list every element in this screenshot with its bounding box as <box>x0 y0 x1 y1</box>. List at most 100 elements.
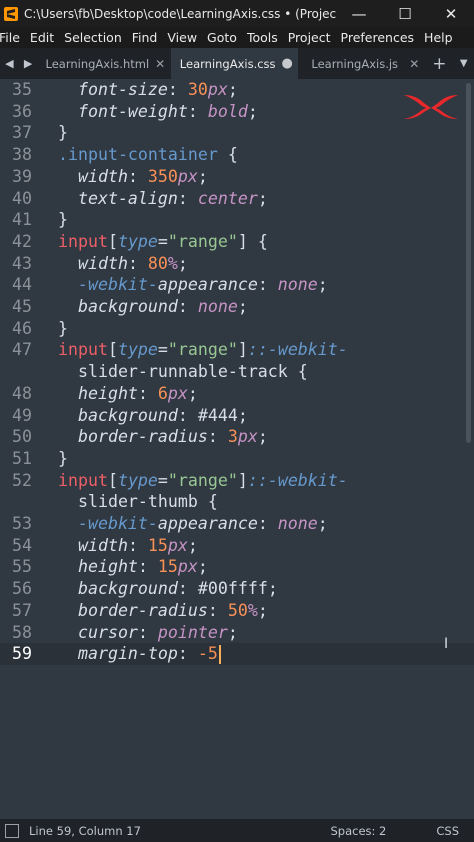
code-token: : <box>207 427 228 447</box>
code-line[interactable]: 57 border-radius: 50%; <box>0 600 474 622</box>
code-text: } <box>58 448 68 470</box>
code-text: height: 6px; <box>58 383 198 405</box>
code-text: } <box>58 209 68 231</box>
code-token: 3 <box>227 427 238 447</box>
code-text: font-size: 30px; <box>58 79 238 101</box>
close-button[interactable]: ✕ <box>428 0 474 27</box>
tab-learningaxis-css[interactable]: LearningAxis.css ● <box>171 48 299 79</box>
code-line[interactable]: slider-thumb { <box>0 491 474 513</box>
tab-unsaved-dot-icon[interactable]: ● <box>276 56 298 71</box>
menu-file[interactable]: File <box>0 30 20 45</box>
menu-tools[interactable]: Tools <box>247 30 278 45</box>
code-token: [ <box>107 340 118 360</box>
line-number: 43 <box>12 253 32 273</box>
editor-scrollbar[interactable] <box>466 83 471 443</box>
code-token: 30 <box>187 80 208 99</box>
line-number: 46 <box>12 318 32 338</box>
code-line[interactable]: 52 input[type="range"]::-webkit- <box>0 470 474 492</box>
code-editor[interactable]: 35 font-size: 30px; 36 font-weight: bold;… <box>0 79 474 819</box>
code-token: "range" <box>167 340 238 360</box>
code-line[interactable]: 40 text-align: center; <box>0 188 474 210</box>
code-token: : <box>177 188 198 208</box>
code-line[interactable]: 48 height: 6px; <box>0 383 474 405</box>
menu-bar: File Edit Selection Find View Goto Tools… <box>0 27 474 48</box>
code-line[interactable]: 47 input[type="range"]::-webkit- <box>0 339 474 361</box>
code-token: ; <box>267 579 278 599</box>
code-text: input[type="range"] { <box>58 231 268 253</box>
line-number: 54 <box>12 535 32 555</box>
code-line[interactable]: 59 margin-top: -5 <box>0 643 474 665</box>
code-line[interactable]: 58 cursor: pointer; <box>0 622 474 644</box>
code-line[interactable]: 54 width: 15px; <box>0 535 474 557</box>
menu-selection[interactable]: Selection <box>64 30 122 45</box>
code-line[interactable]: 39 width: 350px; <box>0 166 474 188</box>
code-token: slider-runnable-track { <box>58 362 308 382</box>
code-token: = <box>157 470 168 490</box>
code-line[interactable]: slider-runnable-track { <box>0 361 474 383</box>
code-line[interactable]: 46} <box>0 318 474 340</box>
code-token: type <box>117 231 158 251</box>
code-token: input <box>58 470 108 490</box>
syntax-setting[interactable]: CSS <box>436 824 459 838</box>
code-text: input[type="range"]::-webkit- <box>58 339 348 361</box>
indentation-setting[interactable]: Spaces: 2 <box>330 824 386 838</box>
code-token: 80 <box>147 253 168 273</box>
menu-edit[interactable]: Edit <box>30 30 54 45</box>
code-text: input[type="range"]::-webkit- <box>58 470 348 492</box>
maximize-button[interactable]: ☐ <box>382 0 428 27</box>
code-line[interactable]: 49 background: #444; <box>0 405 474 427</box>
code-token: : <box>137 383 158 403</box>
code-line[interactable]: 56 background: #00ffff; <box>0 578 474 600</box>
code-text: slider-thumb { <box>58 491 218 513</box>
code-line[interactable]: 44 -webkit-appearance: none; <box>0 274 474 296</box>
code-token: : <box>207 600 228 620</box>
tab-learningaxis-js[interactable]: LearningAxis.js ✕ <box>298 48 425 79</box>
code-token: font-size <box>58 80 168 99</box>
line-number: 41 <box>12 210 32 230</box>
tab-bar: ◀ ▶ LearningAxis.html ✕ LearningAxis.css… <box>0 48 474 79</box>
line-number: 55 <box>12 557 32 577</box>
code-line[interactable]: 45 background: none; <box>0 296 474 318</box>
tab-next-icon[interactable]: ▶ <box>24 57 32 70</box>
tab-close-icon[interactable]: ✕ <box>403 57 425 71</box>
code-token: : <box>127 535 148 555</box>
code-text: height: 15px; <box>58 556 208 578</box>
panel-toggle-icon[interactable] <box>5 823 19 838</box>
code-token: border-radius <box>58 427 208 447</box>
line-number: 48 <box>12 383 32 403</box>
code-token: px <box>167 383 188 403</box>
code-token: ::-webkit- <box>247 340 348 360</box>
tab-close-icon[interactable]: ✕ <box>149 57 171 71</box>
title-bar: C:\Users\fb\Desktop\code\LearningAxis.cs… <box>0 0 474 27</box>
minimize-button[interactable]: — <box>336 0 382 27</box>
menu-view[interactable]: View <box>167 30 197 45</box>
tab-prev-icon[interactable]: ◀ <box>5 57 13 70</box>
code-line[interactable]: 55 height: 15px; <box>0 556 474 578</box>
menu-help[interactable]: Help <box>424 30 453 45</box>
code-token: 350 <box>147 166 178 186</box>
code-token: ; <box>177 253 188 273</box>
code-line[interactable]: 53 -webkit-appearance: none; <box>0 513 474 535</box>
new-tab-icon[interactable]: + <box>425 48 453 79</box>
code-token: width <box>58 166 128 186</box>
code-token: } <box>58 123 68 143</box>
tab-list-icon[interactable]: ▼ <box>453 48 474 79</box>
code-line[interactable]: 41} <box>0 209 474 231</box>
code-line[interactable]: 51} <box>0 448 474 470</box>
code-line[interactable]: 42 input[type="range"] { <box>0 231 474 253</box>
menu-find[interactable]: Find <box>132 30 158 45</box>
code-line[interactable]: 38 .input-container { <box>0 144 474 166</box>
menu-preferences[interactable]: Preferences <box>341 30 415 45</box>
code-text: text-align: center; <box>58 188 268 210</box>
code-token: = <box>157 340 168 360</box>
code-token: [ <box>107 470 118 490</box>
code-line[interactable]: 43 width: 80%; <box>0 253 474 275</box>
menu-goto[interactable]: Goto <box>207 30 237 45</box>
code-token: .input-container <box>58 145 218 165</box>
line-number: 45 <box>12 297 32 316</box>
cursor-position[interactable]: Line 59, Column 17 <box>29 824 330 838</box>
menu-project[interactable]: Project <box>288 30 331 45</box>
code-line[interactable]: 37} <box>0 122 474 144</box>
tab-learningaxis-html[interactable]: LearningAxis.html ✕ <box>38 48 172 79</box>
code-line[interactable]: 50 border-radius: 3px; <box>0 426 474 448</box>
